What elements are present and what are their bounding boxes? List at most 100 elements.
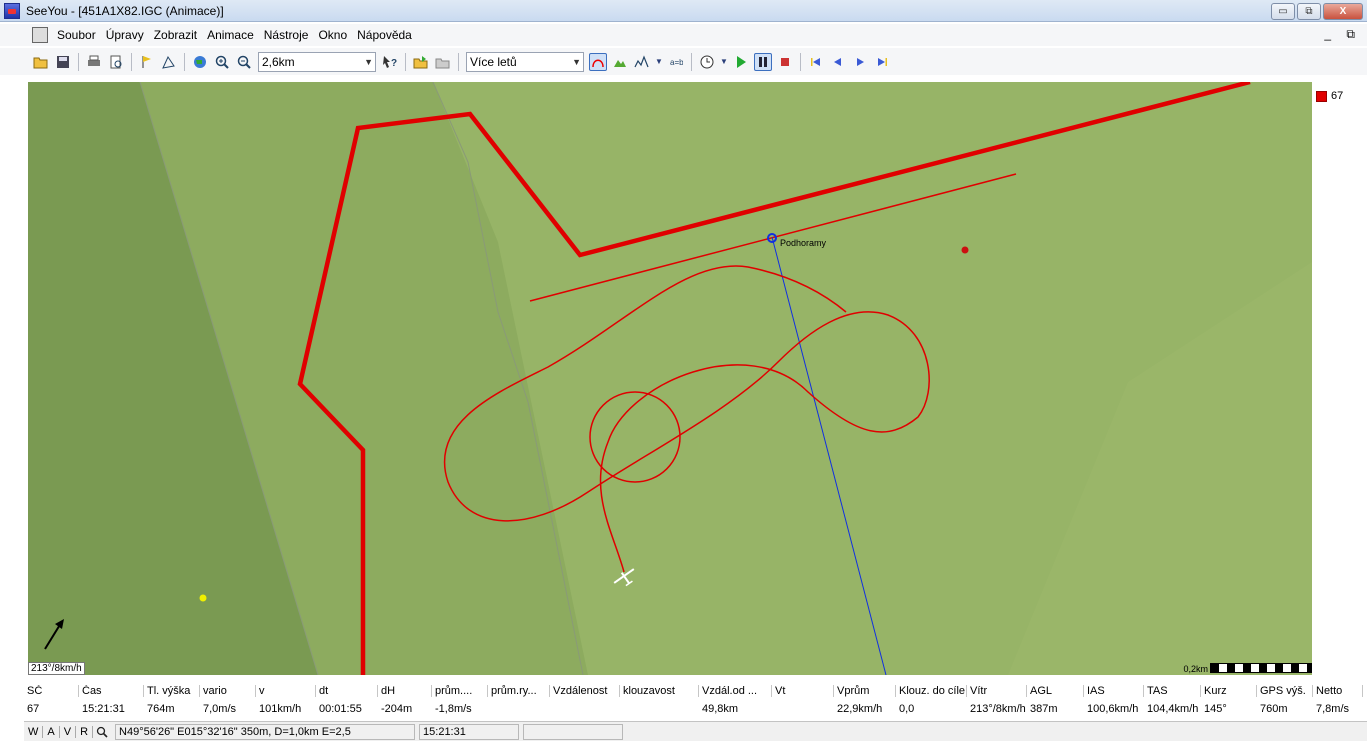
close-flight-icon[interactable] [434, 53, 452, 71]
column-header[interactable]: v [256, 685, 316, 697]
clock-icon[interactable] [698, 53, 716, 71]
toolbar-separator [800, 52, 801, 71]
pause-icon[interactable] [754, 52, 772, 71]
mdi-controls[interactable]: _ ⧉ [1324, 27, 1361, 42]
status-tab-w[interactable]: W [24, 725, 44, 738]
task-edit-icon[interactable] [160, 53, 178, 71]
zoom-out-icon[interactable] [235, 53, 253, 71]
menu-upravy[interactable]: Úpravy [101, 28, 149, 42]
minimize-button[interactable]: ▭ [1271, 3, 1295, 20]
table-cell: 7,8m/s [1316, 703, 1350, 715]
save-icon[interactable] [54, 53, 72, 71]
zoom-level-select[interactable]: 2,6km ▼ [258, 51, 376, 72]
table-cell: -204m [381, 703, 413, 715]
flights-select-value: Více letů [470, 54, 517, 69]
table-cell: 101km/h [259, 703, 302, 715]
menu-nastroje[interactable]: Nástroje [259, 28, 314, 42]
waypoint-flag-icon[interactable] [138, 53, 156, 71]
table-row[interactable]: 67 15:21:31 764m 7,0m/s 101km/h 00:01:55… [24, 700, 1367, 718]
column-header[interactable]: dt [316, 685, 378, 697]
flight-data-table: SČ Čas Tl. výška vario v dt dH prům.... … [24, 682, 1367, 718]
column-header[interactable]: klouzavost [620, 685, 699, 697]
column-header[interactable]: Vítr [967, 685, 1027, 697]
column-header[interactable]: GPS výš. [1257, 685, 1313, 697]
column-header[interactable]: AGL [1027, 685, 1084, 697]
table-cell: 00:01:55 [319, 703, 362, 715]
app-icon [4, 2, 20, 19]
column-header[interactable]: Vzdál.od ... [699, 685, 772, 697]
column-header[interactable]: Netto [1313, 685, 1363, 697]
stop-icon[interactable] [776, 53, 794, 71]
barogram-icon[interactable] [633, 53, 651, 71]
column-header[interactable]: IAS [1084, 685, 1144, 697]
flights-select[interactable]: Více letů ▼ [466, 51, 584, 72]
toolbar-separator [405, 52, 406, 71]
svg-text:?: ? [391, 58, 397, 69]
window-title: SeeYou - [451A1X82.IGC (Animace)] [26, 3, 224, 18]
column-header[interactable]: vario [200, 685, 256, 697]
column-header[interactable]: prům.... [432, 685, 488, 697]
open-folder-icon[interactable] [32, 53, 50, 71]
chevron-down-icon: ▼ [572, 56, 581, 67]
table-cell: 100,6km/h [1087, 703, 1139, 715]
table-cell: 760m [1260, 703, 1288, 715]
column-header[interactable]: Čas [79, 685, 144, 697]
flight-legend[interactable]: 67 [1316, 90, 1343, 102]
restore-button[interactable]: ⧉ [1297, 3, 1321, 20]
flight-track-icon[interactable] [589, 52, 607, 71]
table-cell: 104,4km/h [1147, 703, 1199, 715]
column-header[interactable]: Klouz. do cíle [896, 685, 967, 697]
dropdown-arrow-icon[interactable]: ▼ [655, 53, 663, 71]
title-bar: SeeYou - [451A1X82.IGC (Animace)] ▭ ⧉ X [0, 0, 1367, 22]
statistics-icon[interactable]: a=b [667, 53, 685, 71]
column-header[interactable]: prům.ry... [488, 685, 550, 697]
column-header[interactable]: dH [378, 685, 432, 697]
terrain-icon[interactable] [611, 53, 629, 71]
window-controls: ▭ ⧉ X [1271, 3, 1363, 20]
play-icon[interactable] [732, 53, 750, 71]
document-icon[interactable] [32, 27, 48, 43]
step-forward-icon[interactable] [851, 53, 869, 71]
zoom-level-value: 2,6km [262, 54, 295, 69]
menu-animace[interactable]: Animace [202, 28, 259, 42]
column-header[interactable]: TAS [1144, 685, 1201, 697]
help-pointer-icon[interactable]: ? [381, 53, 399, 71]
table-cell: 22,9km/h [837, 703, 883, 715]
zoom-in-icon[interactable] [213, 53, 231, 71]
scale-bar [1210, 663, 1312, 673]
table-cell: 387m [1030, 703, 1058, 715]
open-flight-icon[interactable] [412, 53, 430, 71]
table-cell: -1,8m/s [435, 703, 472, 715]
table-cell: 145° [1204, 703, 1227, 715]
skip-end-icon[interactable] [873, 53, 891, 71]
dropdown-arrow-icon[interactable]: ▼ [720, 53, 728, 71]
column-header[interactable]: SČ [24, 685, 79, 697]
menu-okno[interactable]: Okno [313, 28, 352, 42]
table-cell: 49,8km [702, 703, 739, 715]
menu-soubor[interactable]: Soubor [52, 28, 101, 42]
close-button[interactable]: X [1323, 3, 1363, 20]
column-header[interactable]: Tl. výška [144, 685, 200, 697]
legend-label: 67 [1331, 90, 1344, 102]
magnifier-icon[interactable] [95, 725, 109, 739]
status-tab-v[interactable]: V [60, 725, 77, 738]
status-tab-r[interactable]: R [76, 725, 94, 738]
globe-icon[interactable] [191, 53, 209, 71]
print-preview-icon[interactable] [107, 53, 125, 71]
print-icon[interactable] [85, 53, 103, 71]
status-tab-a[interactable]: A [43, 725, 60, 738]
step-back-icon[interactable] [829, 53, 847, 71]
menu-zobrazit[interactable]: Zobrazit [149, 28, 202, 42]
menu-napoveda[interactable]: Nápověda [352, 28, 417, 42]
table-cell: 67 [27, 703, 40, 715]
map-canvas[interactable] [28, 82, 1312, 675]
map-view[interactable]: Podhoramy 213°/8km/h 0,2km [28, 82, 1312, 675]
column-header[interactable]: Vt [772, 685, 834, 697]
scale-label: 0,2km [1183, 664, 1208, 674]
column-header[interactable]: Kurz [1201, 685, 1257, 697]
skip-start-icon[interactable] [807, 53, 825, 71]
column-header[interactable]: Vprům [834, 685, 896, 697]
column-header[interactable]: Vzdálenost [550, 685, 620, 697]
chevron-down-icon: ▼ [364, 56, 373, 67]
red-point-marker [961, 246, 969, 254]
